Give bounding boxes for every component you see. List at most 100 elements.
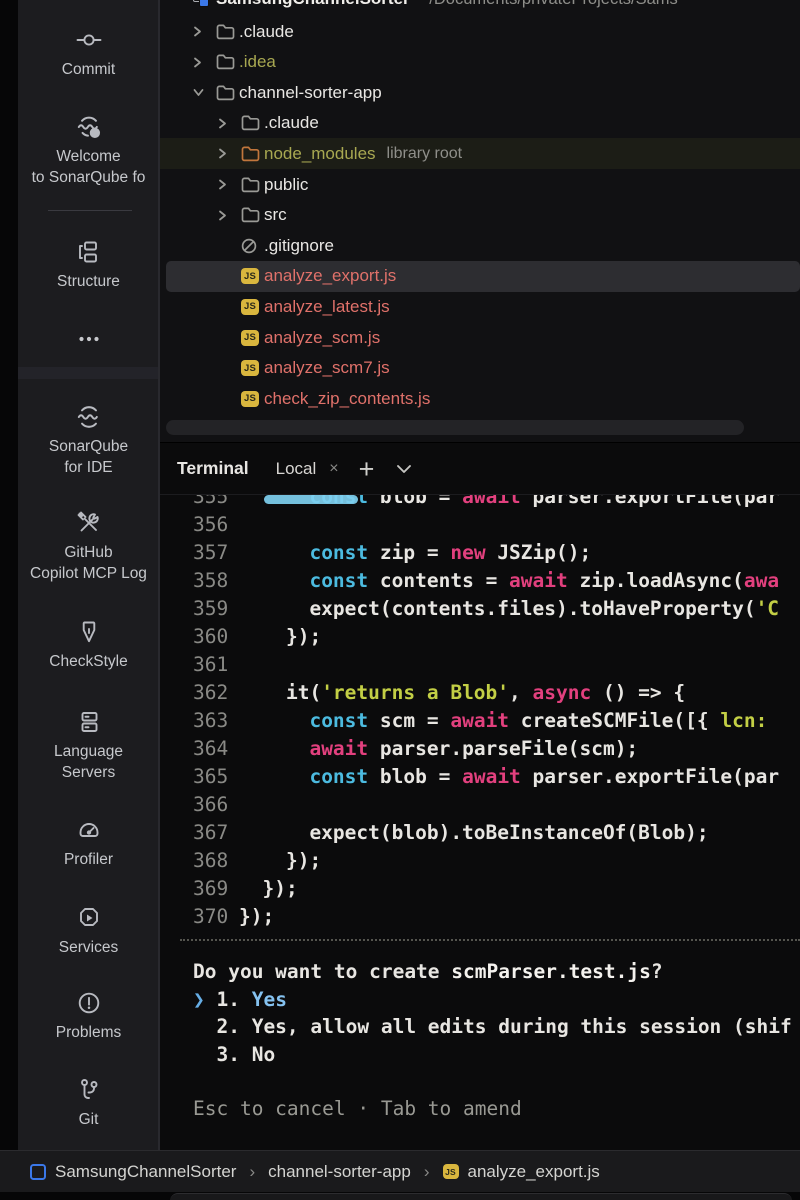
stripe-divider: [48, 210, 132, 211]
line-number: 363: [193, 707, 233, 735]
chevron-right-icon[interactable]: [217, 147, 241, 161]
tree-item-label: public: [264, 175, 308, 195]
project-icon: [193, 0, 209, 7]
sidebar-item-profiler[interactable]: Profiler: [18, 814, 159, 870]
chevron-right-icon[interactable]: [192, 25, 216, 39]
terminal-code-line-360: 360 });: [160, 623, 800, 651]
tree-item-label: .claude: [239, 22, 294, 42]
line-number: 356: [193, 511, 233, 539]
chevron-right-icon[interactable]: [192, 55, 216, 69]
chevron-spacer: [217, 331, 241, 345]
folder-icon: [241, 207, 264, 224]
services-icon: [73, 902, 105, 934]
tree-item-analyze-export-js[interactable]: JSanalyze_export.js: [166, 261, 800, 292]
breadcrumb-label: SamsungChannelSorter: [55, 1162, 236, 1182]
prompt-option-1-yes[interactable]: ❯ 1. Yes: [160, 986, 800, 1014]
chevron-right-icon[interactable]: [217, 116, 241, 130]
breadcrumb-analyze-export-js[interactable]: JSanalyze_export.js: [443, 1162, 600, 1182]
sidebar-item-commit[interactable]: Commit: [18, 24, 159, 80]
js-file-icon: JS: [241, 390, 264, 407]
breadcrumb-SamsungChannelSorter[interactable]: SamsungChannelSorter: [30, 1162, 236, 1182]
sidebar-item-more-tools[interactable]: [18, 323, 159, 355]
prompt-option-2-yes-allow-all[interactable]: 2. Yes, allow all edits during this sess…: [160, 1013, 800, 1041]
js-file-icon: JS: [241, 298, 264, 315]
tree-item-suffix: library root: [387, 145, 463, 163]
line-number: 361: [193, 651, 233, 679]
terminal-code-line-366: 366: [160, 791, 800, 819]
chevron-spacer: [217, 269, 241, 283]
terminal-code-line-361: 361: [160, 651, 800, 679]
sidebar-item-label: Git: [14, 1109, 164, 1130]
tree-item--gitignore[interactable]: .gitignore: [160, 230, 800, 261]
sidebar-item-problems[interactable]: Problems: [18, 987, 159, 1043]
chevron-right-icon[interactable]: [217, 208, 241, 222]
line-number: 365: [193, 763, 233, 791]
svg-text:?: ?: [92, 128, 98, 138]
breadcrumb-label: channel-sorter-app: [268, 1162, 411, 1182]
sidebar-item-github-copilot-mcp-log[interactable]: GitHub Copilot MCP Log: [18, 507, 159, 584]
chevron-right-icon[interactable]: [217, 178, 241, 192]
breadcrumb-separator: ›: [249, 1162, 255, 1182]
tool-stripe: Commit ?Welcome to SonarQube fo Structure S…: [18, 0, 159, 1150]
sidebar-item-git[interactable]: Git: [18, 1074, 159, 1130]
terminal-code-line-367: 367 expect(blob).toBeInstanceOf(Blob);: [160, 819, 800, 847]
tree-root-project[interactable]: SamsungChannelSorter ~/Documents/private…: [160, 0, 800, 14]
commit-icon: [73, 24, 105, 56]
sidebar-item-sonarqube-for-ide[interactable]: SonarQube for IDE: [18, 401, 159, 478]
chevron-spacer: [217, 300, 241, 314]
tree-item--idea[interactable]: .idea: [160, 47, 800, 78]
stripe-divider-band: [18, 367, 159, 379]
terminal-code-line-363: 363 const scm = await createSCMFile([{ l…: [160, 707, 800, 735]
tree-item-analyze-latest-js[interactable]: JSanalyze_latest.js: [160, 291, 800, 322]
js-file-icon: JS: [241, 268, 264, 285]
project-path: ~/Documents/privateProjects/Sams: [420, 0, 678, 9]
profiler-icon: [73, 814, 105, 846]
chevron-down-icon[interactable]: [192, 86, 216, 100]
prompt-option-3-no[interactable]: 3. No: [160, 1041, 800, 1069]
chevron-down-icon[interactable]: [396, 464, 412, 474]
tree-item-src[interactable]: src: [160, 200, 800, 231]
sidebar-item-label: Services: [14, 937, 164, 958]
close-tab-icon[interactable]: ×: [329, 460, 338, 478]
horizontal-scrollbar[interactable]: [166, 420, 744, 435]
terminal-tab-bar: Terminal Local × +: [160, 443, 800, 495]
sidebar-item-language-servers[interactable]: Language Servers: [18, 706, 159, 783]
line-number: 368: [193, 847, 233, 875]
sidebar-item-services[interactable]: Services: [18, 902, 159, 958]
breadcrumb-channel-sorter-app[interactable]: channel-sorter-app: [268, 1162, 411, 1182]
sidebar-item-sonarqube-welcome[interactable]: ?Welcome to SonarQube fo: [18, 111, 159, 188]
permission-prompt: Do you want to create scmParser.test.js?…: [160, 958, 800, 1069]
line-number: 362: [193, 679, 233, 707]
servers-icon: [73, 706, 105, 738]
terminal-code-line-356: 356: [160, 511, 800, 539]
tree-item--claude[interactable]: .claude: [160, 108, 800, 139]
checkstyle-icon: [73, 616, 105, 648]
tab-local[interactable]: Local ×: [276, 459, 339, 479]
tree-item-label: analyze_export.js: [264, 266, 396, 286]
tree-item-node-modules[interactable]: node_moduleslibrary root: [160, 138, 800, 169]
terminal-panel: 355 const blob = await parser.exportFile…: [160, 443, 800, 1150]
chevron-spacer: [217, 361, 241, 375]
terminal-code-line-358: 358 const contents = await zip.loadAsync…: [160, 567, 800, 595]
sidebar-item-checkstyle[interactable]: CheckStyle: [18, 616, 159, 672]
prompt-hint: Esc to cancel · Tab to amend: [193, 1095, 522, 1123]
folder-icon: [216, 23, 239, 40]
js-file-icon: JS: [443, 1164, 459, 1179]
sidebar-item-label: SonarQube for IDE: [14, 436, 164, 478]
tools-icon: [73, 507, 105, 539]
tree-item-check-zip-contents-js[interactable]: JScheck_zip_contents.js: [160, 383, 800, 414]
tree-item-channel-sorter-app[interactable]: channel-sorter-app: [160, 77, 800, 108]
line-number: 370: [193, 903, 233, 931]
project-icon: [30, 1164, 46, 1180]
tree-item-public[interactable]: public: [160, 169, 800, 200]
tree-item--claude[interactable]: .claude: [160, 16, 800, 47]
tree-item-analyze-scm-js[interactable]: JSanalyze_scm.js: [160, 322, 800, 353]
sidebar-item-label: Language Servers: [14, 741, 164, 783]
new-terminal-button[interactable]: +: [359, 459, 375, 479]
sidebar-item-structure[interactable]: Structure: [18, 236, 159, 292]
tree-item-label: analyze_scm7.js: [264, 358, 390, 378]
tree-item-label: analyze_latest.js: [264, 297, 390, 317]
folder-icon: [216, 84, 239, 101]
line-number: 359: [193, 595, 233, 623]
tree-item-analyze-scm7-js[interactable]: JSanalyze_scm7.js: [160, 353, 800, 384]
